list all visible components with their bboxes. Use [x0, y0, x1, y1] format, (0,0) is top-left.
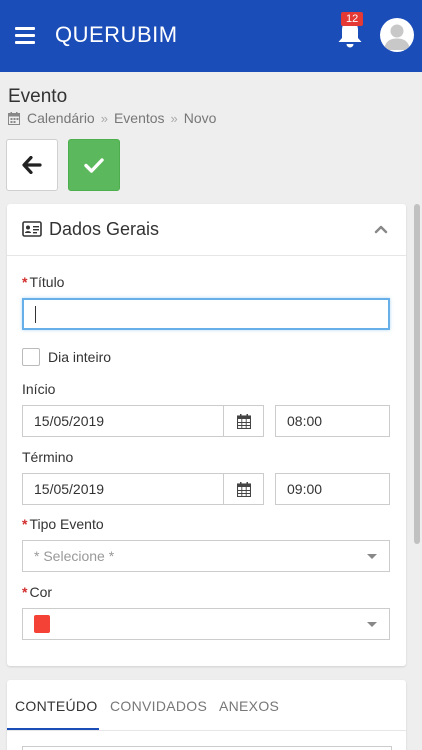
- arrow-left-icon: [22, 156, 42, 174]
- avatar[interactable]: [380, 18, 414, 52]
- text-caret: [35, 305, 36, 323]
- calendar-icon: [236, 481, 251, 497]
- active-tab-indicator: [7, 728, 99, 730]
- start-date-picker-button[interactable]: [223, 405, 264, 437]
- breadcrumb-separator: »: [170, 110, 178, 126]
- caret-down-icon: [367, 554, 377, 559]
- scrollbar[interactable]: [414, 204, 420, 544]
- app-bar: QUERUBIM 12: [0, 0, 422, 72]
- save-button[interactable]: [68, 139, 120, 191]
- required-marker: *: [22, 516, 28, 532]
- caret-down-icon: [367, 622, 377, 627]
- calendar-icon: [8, 111, 20, 125]
- title-label-text: Título: [29, 274, 65, 290]
- chevron-up-icon[interactable]: [373, 222, 389, 236]
- start-time-value: 08:00: [287, 413, 323, 429]
- check-icon: [84, 158, 104, 173]
- breadcrumb-eventos[interactable]: Eventos: [114, 110, 165, 126]
- start-time-input[interactable]: 08:00: [275, 405, 390, 437]
- end-time-value: 09:00: [287, 481, 323, 497]
- color-label-text: Cor: [29, 584, 53, 600]
- card-title: Dados Gerais: [49, 219, 160, 239]
- end-label: Término: [22, 449, 74, 465]
- end-date-input[interactable]: 15/05/2019: [22, 473, 224, 505]
- color-swatch: [34, 615, 50, 633]
- start-date-input[interactable]: 15/05/2019: [22, 405, 224, 437]
- title-input[interactable]: [22, 298, 390, 330]
- breadcrumb-novo: Novo: [183, 110, 217, 126]
- event-type-placeholder: * Selecione *: [34, 548, 115, 564]
- title-label: * Título: [22, 274, 64, 290]
- notification-badge: 12: [341, 12, 364, 26]
- breadcrumb-separator: »: [100, 110, 108, 126]
- color-label: * Cor: [22, 584, 52, 600]
- content-editor[interactable]: [22, 746, 392, 750]
- required-marker: *: [22, 274, 28, 290]
- page-title: Evento: [8, 86, 68, 107]
- color-select[interactable]: [22, 608, 390, 640]
- end-time-input[interactable]: 09:00: [275, 473, 390, 505]
- tabs-card: CONTEÚDO CONVIDADOS ANEXOS: [7, 680, 406, 750]
- card-header[interactable]: Dados Gerais: [7, 204, 406, 256]
- user-icon: [384, 24, 410, 50]
- start-date-value: 15/05/2019: [34, 413, 105, 429]
- app-brand: QUERUBIM: [55, 22, 178, 47]
- tab-convidados[interactable]: CONVIDADOS: [110, 698, 207, 714]
- back-button[interactable]: [6, 139, 58, 191]
- event-type-label-text: Tipo Evento: [29, 516, 104, 532]
- id-card-icon: [22, 221, 42, 237]
- required-marker: *: [22, 584, 28, 600]
- event-type-label: * Tipo Evento: [22, 516, 104, 532]
- menu-icon[interactable]: [15, 27, 35, 44]
- event-type-select[interactable]: * Selecione *: [22, 540, 390, 572]
- calendar-icon: [236, 413, 251, 429]
- breadcrumb-calendario[interactable]: Calendário: [27, 110, 95, 126]
- tab-conteudo[interactable]: CONTEÚDO: [15, 698, 98, 714]
- end-date-value: 15/05/2019: [34, 481, 105, 497]
- breadcrumb: Calendário » Eventos » Novo: [8, 110, 216, 126]
- all-day-label[interactable]: Dia inteiro: [48, 349, 111, 365]
- start-label: Início: [22, 381, 56, 397]
- tab-anexos[interactable]: ANEXOS: [219, 698, 279, 714]
- tabs-divider: [7, 730, 406, 731]
- end-date-picker-button[interactable]: [223, 473, 264, 505]
- all-day-checkbox[interactable]: [22, 348, 40, 366]
